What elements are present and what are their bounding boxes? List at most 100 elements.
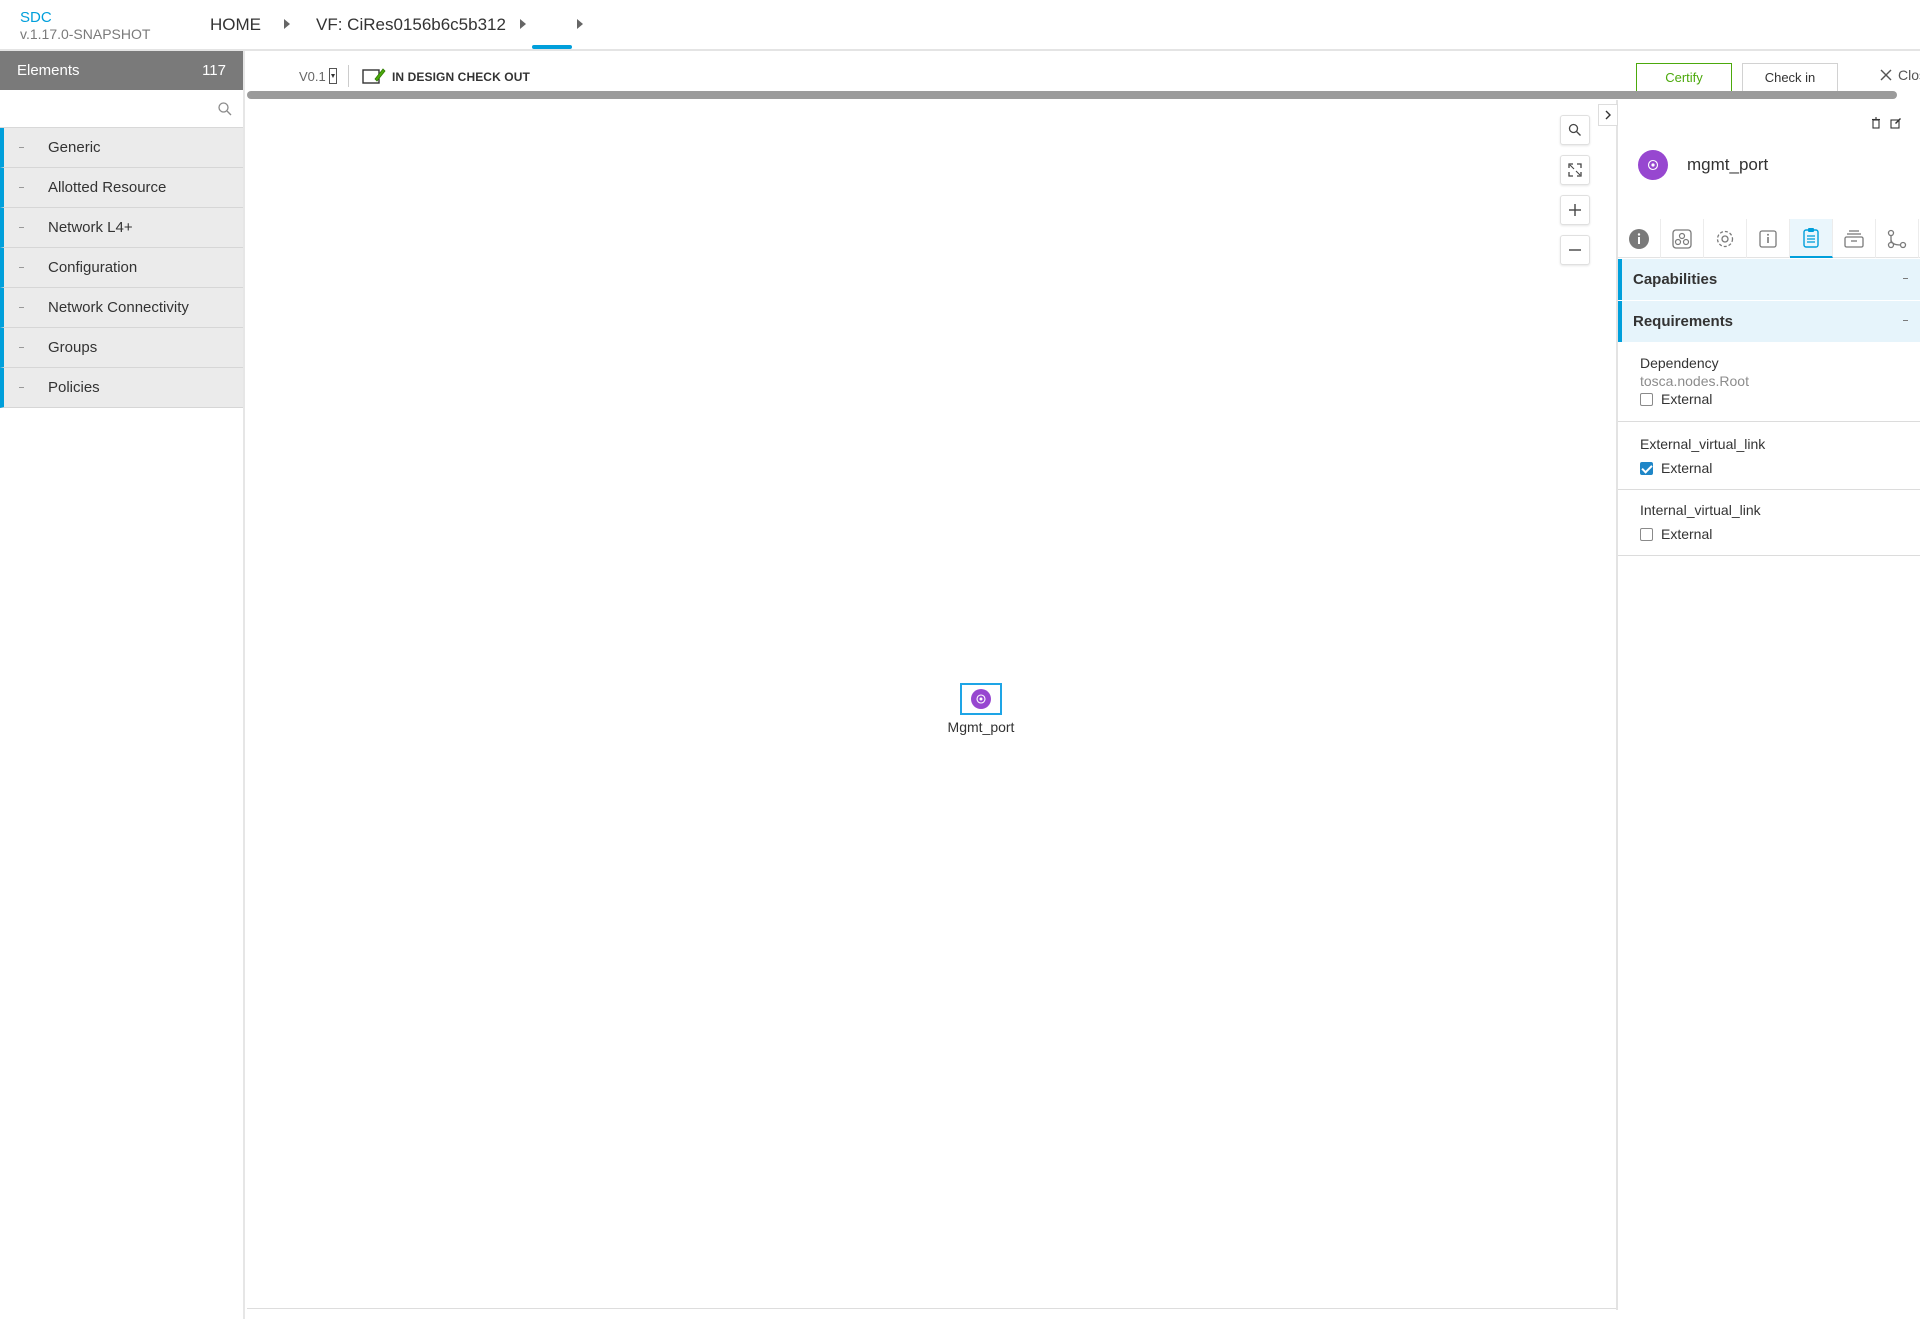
info-icon [1629, 228, 1649, 249]
external-checkbox[interactable] [1640, 392, 1653, 406]
elements-search-input[interactable] [0, 90, 243, 127]
requirements-title: Requirements [1633, 313, 1734, 330]
category-label: Groups [48, 339, 98, 356]
close-icon [1880, 69, 1892, 81]
trash-icon[interactable] [1870, 117, 1882, 129]
version-select[interactable]: V0.1 [299, 68, 337, 84]
collapse-panel-button[interactable] [1598, 104, 1618, 126]
requirement-name: External_virtual_link [1640, 436, 1766, 452]
external-checkbox-row[interactable]: External [1640, 525, 1920, 543]
expand-icon [1568, 163, 1582, 177]
active-breadcrumb-indicator [532, 45, 572, 49]
external-label: External [1661, 526, 1713, 542]
divider [348, 65, 349, 87]
clipboard-icon [1803, 227, 1819, 248]
port-icon [1638, 150, 1668, 180]
panel-tabs [1618, 219, 1920, 258]
tab-deployment[interactable] [1661, 219, 1704, 258]
tab-artifacts[interactable] [1833, 219, 1876, 258]
composition-canvas[interactable]: Mgmt_port [247, 100, 1615, 1310]
panel-actions [1870, 117, 1902, 129]
category-network-l4[interactable]: Network L4+ [0, 208, 243, 248]
collapse-icon [19, 267, 24, 268]
elements-count: 117 [202, 62, 226, 79]
collapse-icon [19, 307, 24, 308]
breadcrumb-arrow-icon[interactable] [284, 19, 290, 29]
panel-title: mgmt_port [1687, 155, 1769, 174]
external-checkbox[interactable] [1640, 461, 1653, 475]
tab-information[interactable] [1747, 219, 1790, 258]
canvas-search-button[interactable] [1560, 115, 1590, 145]
panel-header: mgmt_port [1638, 150, 1768, 180]
breadcrumb-arrow-icon[interactable] [577, 19, 583, 29]
category-generic[interactable]: Generic [0, 128, 243, 168]
zoom-out-button[interactable] [1560, 235, 1590, 265]
requirement-internal-virtual-link: Internal_virtual_link External [1618, 501, 1920, 556]
external-checkbox-row[interactable]: External [1640, 390, 1920, 408]
zoom-in-button[interactable] [1560, 195, 1590, 225]
deployment-icon [1672, 228, 1692, 249]
collapse-icon [1903, 278, 1908, 279]
checkin-button[interactable]: Check in [1742, 63, 1838, 92]
canvas-node-mgmt-port[interactable]: Mgmt_port [911, 683, 1051, 735]
gear-icon [1716, 230, 1734, 247]
close-button[interactable]: Close [1880, 67, 1920, 83]
tab-relations[interactable] [1876, 219, 1919, 258]
close-label: Close [1898, 67, 1920, 83]
category-label: Network Connectivity [48, 299, 189, 316]
dropdown-icon[interactable] [328, 68, 337, 84]
workspace-toolbar: V0.1 IN DESIGN CHECK OUT Certify Check i… [245, 51, 1920, 93]
chevron-right-icon [1605, 110, 1611, 120]
collapse-icon [19, 227, 24, 228]
breadcrumb-home[interactable]: HOME [210, 14, 261, 36]
tab-properties[interactable] [1704, 219, 1747, 258]
port-icon [971, 689, 991, 709]
external-label: External [1661, 460, 1713, 476]
tab-general-info[interactable] [1618, 219, 1661, 258]
branch-icon [1887, 229, 1907, 248]
app-version: v.1.17.0-SNAPSHOT [20, 26, 151, 42]
breadcrumb-arrow-icon[interactable] [520, 19, 526, 29]
external-checkbox[interactable] [1640, 527, 1653, 541]
requirement-type: tosca.nodes.Root [1640, 373, 1749, 389]
elements-title: Elements [17, 62, 80, 79]
category-label: Network L4+ [48, 219, 133, 236]
requirements-section-header[interactable]: Requirements [1618, 301, 1920, 342]
node-label: Mgmt_port [947, 719, 1015, 735]
tab-requirements-capabilities[interactable] [1790, 219, 1833, 258]
capabilities-section-header[interactable]: Capabilities [1618, 259, 1920, 300]
version-value: V0.1 [299, 68, 326, 84]
category-groups[interactable]: Groups [0, 328, 243, 368]
category-network-connectivity[interactable]: Network Connectivity [0, 288, 243, 328]
certify-button[interactable]: Certify [1636, 63, 1732, 92]
search-icon [1568, 123, 1581, 136]
fit-to-screen-button[interactable] [1560, 155, 1590, 185]
category-label: Allotted Resource [48, 179, 167, 196]
collapse-icon [19, 387, 24, 388]
properties-panel: mgmt_port Capabilities Requirements Depe… [1598, 100, 1920, 1310]
top-header: SDC v.1.17.0-SNAPSHOT HOME VF: CiRes0156… [0, 0, 1920, 51]
node-selection-frame[interactable] [960, 683, 1002, 715]
collapse-icon [19, 147, 24, 148]
elements-header: Elements 117 [0, 51, 243, 90]
breadcrumb-resource[interactable]: VF: CiRes0156b6c5b312 [316, 14, 506, 36]
app-brand[interactable]: SDC v.1.17.0-SNAPSHOT [20, 9, 150, 43]
requirement-external-virtual-link: External_virtual_link External [1618, 435, 1920, 490]
elements-sidebar: Elements 117 Generic Allotted Resource N… [0, 51, 245, 1319]
external-label: External [1661, 391, 1713, 407]
category-label: Policies [48, 379, 100, 396]
search-icon[interactable] [217, 101, 233, 117]
external-checkbox-row[interactable]: External [1640, 459, 1920, 477]
horizontal-scrollbar[interactable] [247, 91, 1897, 99]
elements-search [0, 90, 243, 128]
edit-icon[interactable] [1890, 117, 1902, 129]
requirement-dependency: Dependency tosca.nodes.Root External [1618, 354, 1920, 422]
lifecycle-status: IN DESIGN CHECK OUT [392, 70, 530, 84]
category-policies[interactable]: Policies [0, 368, 243, 408]
category-allotted-resource[interactable]: Allotted Resource [0, 168, 243, 208]
minus-icon [1569, 249, 1581, 251]
collapse-icon [19, 347, 24, 348]
category-configuration[interactable]: Configuration [0, 248, 243, 288]
category-label: Generic [48, 139, 101, 156]
requirement-name: Dependency [1640, 355, 1719, 371]
